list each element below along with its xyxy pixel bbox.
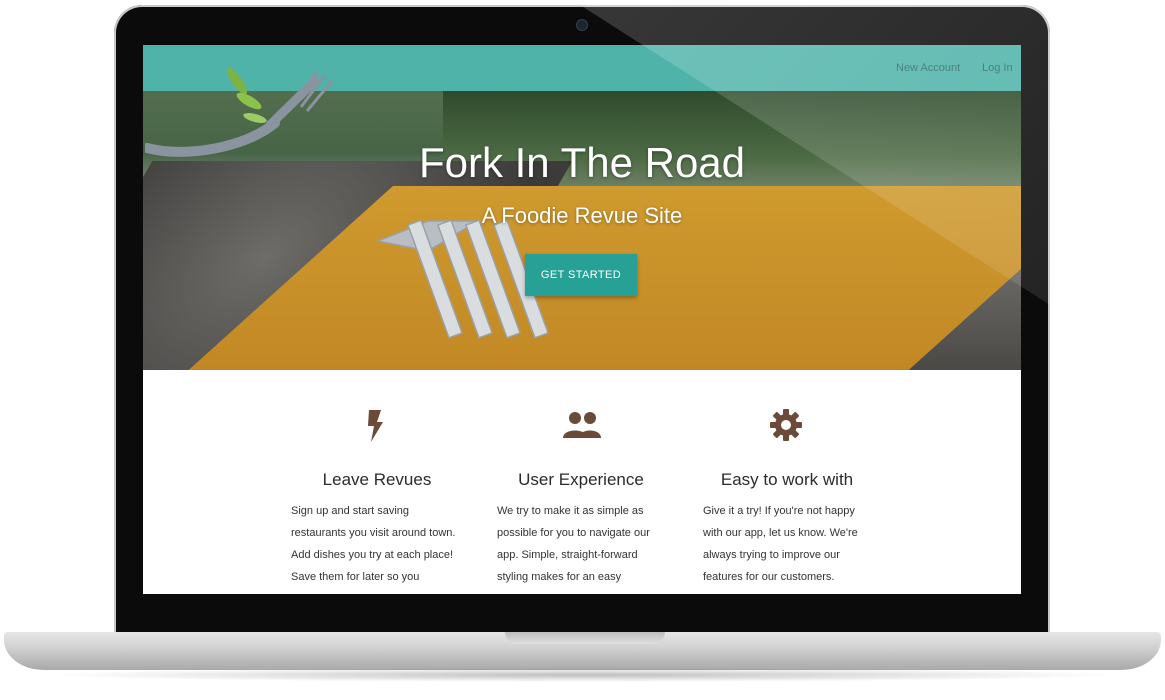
lightning-icon	[368, 410, 383, 442]
feature-title: Leave Revues	[322, 470, 432, 489]
feature-title: User Experience	[518, 470, 644, 489]
gear-icon	[770, 409, 802, 441]
new-account-link[interactable]: New Account	[896, 62, 960, 74]
log-in-link[interactable]: Log In	[982, 62, 1013, 74]
feature-title: Easy to work with	[720, 470, 854, 489]
feature-text: Sign up and start saving restaurants you…	[291, 505, 456, 583]
feature-text: We try to make it as simple as possible …	[497, 505, 650, 583]
camera-dot	[576, 19, 588, 31]
fork-logo-icon[interactable]	[145, 63, 335, 158]
laptop-base-notch	[505, 632, 665, 644]
laptop-shadow	[40, 668, 1125, 682]
laptop-base	[4, 632, 1161, 670]
features-section: Leave Revues Sign up and start saving re…	[143, 370, 1021, 594]
feature-text: Give it a try! If you're not happy with …	[703, 505, 858, 583]
get-started-button[interactable]: GET STARTED	[525, 254, 637, 296]
browser-screen: New Account Log In Fork In The Road A Fo…	[143, 45, 1021, 594]
hero-subtitle: A Foodie Revue Site	[481, 203, 683, 228]
users-icon	[563, 412, 601, 438]
